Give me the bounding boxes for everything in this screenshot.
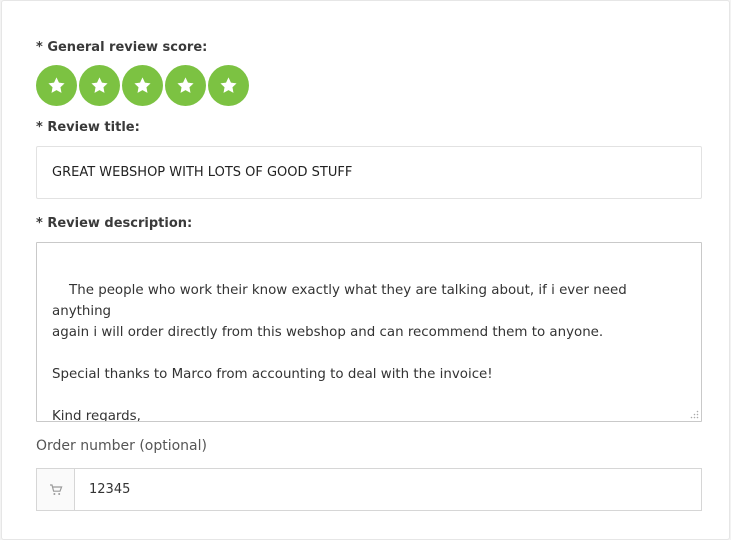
review-description-textarea[interactable]: The people who work their know exactly w…	[36, 242, 702, 422]
star-4-button[interactable]	[165, 65, 206, 106]
star-icon	[134, 77, 151, 93]
order-number-input[interactable]: 12345	[75, 469, 701, 510]
star-icon	[177, 77, 194, 93]
star-2-button[interactable]	[79, 65, 120, 106]
star-icon	[48, 77, 65, 93]
order-number-field[interactable]: 12345	[36, 468, 702, 511]
order-number-label: Order number (optional)	[36, 438, 207, 454]
review-description-text: The people who work their know exactly w…	[52, 283, 627, 422]
resize-grip-icon[interactable]	[690, 410, 699, 419]
review-title-label: * Review title:	[36, 120, 140, 135]
order-addon	[37, 469, 75, 510]
star-icon	[91, 77, 108, 93]
review-form-card: * General review score: * Review title: …	[1, 0, 730, 540]
review-title-input[interactable]: GREAT WEBSHOP WITH LOTS OF GOOD STUFF	[36, 146, 702, 199]
star-1-button[interactable]	[36, 65, 77, 106]
cart-icon	[49, 483, 62, 495]
score-label: * General review score:	[36, 40, 208, 55]
star-3-button[interactable]	[122, 65, 163, 106]
star-rating	[36, 65, 249, 106]
review-description-label: * Review description:	[36, 216, 193, 231]
star-icon	[220, 77, 237, 93]
star-5-button[interactable]	[208, 65, 249, 106]
